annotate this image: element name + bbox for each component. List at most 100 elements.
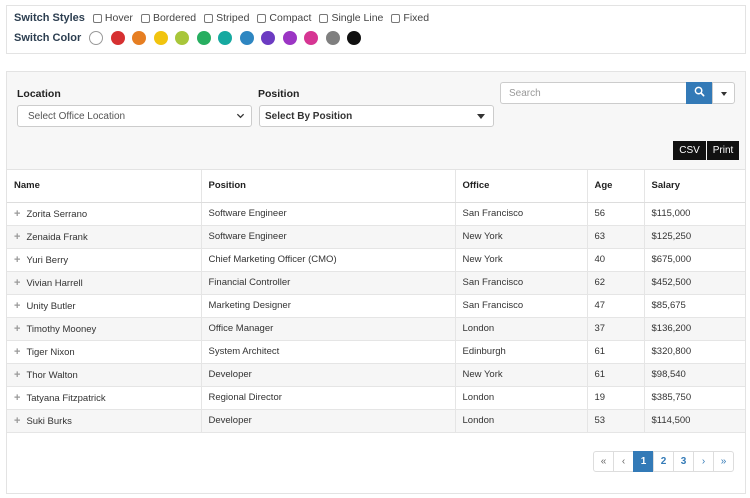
cell-salary: $114,500 (644, 409, 745, 433)
color-swatch[interactable] (347, 31, 362, 45)
cell-salary: $452,500 (644, 271, 745, 295)
cell-position: Financial Controller (201, 271, 456, 295)
cell-office: London (455, 386, 588, 410)
expand-row-icon[interactable]: + (14, 392, 20, 404)
cell-position: Developer (201, 363, 456, 387)
color-swatch[interactable] (325, 31, 340, 45)
single-line-checkbox[interactable]: Single Line (319, 12, 383, 24)
pagination-prev[interactable]: ‹ (613, 451, 634, 472)
position-label: Position (258, 88, 300, 100)
table-row[interactable]: + Tiger Nixon System Architect Edinburgh 61 $… (7, 340, 745, 364)
expand-row-icon[interactable]: + (14, 369, 20, 381)
color-swatch[interactable] (239, 31, 254, 45)
checkbox-box[interactable] (204, 13, 214, 23)
column-header-position[interactable]: Position (201, 170, 456, 203)
search-icon (694, 86, 705, 100)
switch-color-label: Switch Color (14, 32, 82, 44)
color-swatch[interactable] (110, 31, 125, 45)
pagination-page-1[interactable]: 1 (633, 451, 654, 472)
fixed-checkbox[interactable]: Fixed (391, 12, 429, 24)
expand-row-icon[interactable]: + (14, 323, 20, 335)
checkbox-box[interactable] (140, 13, 150, 23)
cell-position: Chief Marketing Officer (CMO) (201, 248, 456, 272)
color-swatch-list (89, 31, 369, 45)
table-row[interactable]: + Zenaida Frank Software Engineer New York 6… (7, 225, 745, 249)
column-header-age[interactable]: Age (587, 170, 645, 203)
checkbox-box[interactable] (92, 13, 102, 23)
column-header-name[interactable]: Name (7, 170, 202, 203)
cell-office: San Francisco (455, 202, 588, 226)
hover-checkbox[interactable]: Hover (92, 12, 133, 24)
pagination-last[interactable]: » (713, 451, 734, 472)
cell-age: 63 (587, 225, 645, 249)
cell-position: Software Engineer (201, 225, 456, 249)
table-toolbar: Location Select Office Location Position… (7, 72, 745, 170)
cell-position: Developer (201, 409, 456, 433)
search-input[interactable]: Search (500, 82, 686, 104)
column-header-salary[interactable]: Salary (644, 170, 745, 203)
column-header-office[interactable]: Office (455, 170, 588, 203)
color-swatch[interactable] (304, 31, 319, 45)
switch-styles-label: Switch Styles (14, 12, 85, 24)
cell-office: London (455, 317, 588, 341)
cell-office: Edinburgh (455, 340, 588, 364)
checkbox-box[interactable] (319, 13, 329, 23)
table-row[interactable]: + Suki Burks Developer London 53 $114,500 (7, 409, 745, 433)
table-row[interactable]: + Tatyana Fitzpatrick Regional Director Lon… (7, 386, 745, 410)
search-button[interactable] (686, 82, 712, 104)
cell-age: 61 (587, 363, 645, 387)
table-row[interactable]: + Zorita Serrano Software Engineer San Fran… (7, 202, 745, 226)
table-row[interactable]: + Thor Walton Developer New York 61 $98,540 (7, 363, 745, 387)
print-button[interactable]: Print (707, 141, 739, 160)
cell-salary: $385,750 (644, 386, 745, 410)
cell-name: + Zenaida Frank (7, 225, 202, 249)
color-swatch[interactable] (218, 31, 233, 45)
checkbox-box[interactable] (257, 13, 267, 23)
cell-office: New York (455, 363, 588, 387)
caret-down-icon (477, 114, 485, 119)
expand-row-icon[interactable]: + (14, 254, 20, 266)
cell-position: Office Manager (201, 317, 456, 341)
color-swatch[interactable] (261, 31, 276, 45)
search-options-dropdown[interactable] (712, 82, 735, 104)
pagination-page-2[interactable]: 2 (653, 451, 674, 472)
color-swatch[interactable] (175, 31, 190, 45)
pagination-page-3[interactable]: 3 (673, 451, 694, 472)
style-switcher-panel: Switch Styles Hover Bordered Striped Com… (6, 5, 746, 54)
checkbox-box[interactable] (391, 13, 401, 23)
expand-row-icon[interactable]: + (14, 208, 20, 220)
table-row[interactable]: + Vivian Harrell Financial Controller San F… (7, 271, 745, 295)
cell-salary: $675,000 (644, 248, 745, 272)
cell-position: Regional Director (201, 386, 456, 410)
expand-row-icon[interactable]: + (14, 346, 20, 358)
pagination-first[interactable]: « (593, 451, 614, 472)
expand-row-icon[interactable]: + (14, 231, 20, 243)
pagination-next[interactable]: › (693, 451, 714, 472)
table-row[interactable]: + Timothy Mooney Office Manager London 37 $13… (7, 317, 745, 341)
cell-name: + Tatyana Fitzpatrick (7, 386, 202, 410)
color-swatch[interactable] (132, 31, 147, 45)
color-swatch[interactable] (153, 31, 168, 45)
compact-checkbox[interactable]: Compact (257, 12, 311, 24)
expand-row-icon[interactable]: + (14, 300, 20, 312)
position-select[interactable]: Select By Position (259, 105, 494, 127)
location-select[interactable]: Select Office Location (17, 105, 252, 127)
table-row[interactable]: + Yuri Berry Chief Marketing Officer (CMO)… (7, 248, 745, 272)
striped-checkbox[interactable]: Striped (204, 12, 249, 24)
cell-salary: $136,200 (644, 317, 745, 341)
cell-name: + Zorita Serrano (7, 202, 202, 226)
color-swatch[interactable] (196, 31, 211, 45)
expand-row-icon[interactable]: + (14, 415, 20, 427)
bordered-checkbox[interactable]: Bordered (140, 12, 196, 24)
cell-name: + Unity Butler (7, 294, 202, 318)
table-row[interactable]: + Unity Butler Marketing Designer San Franc… (7, 294, 745, 318)
cell-age: 56 (587, 202, 645, 226)
color-swatch[interactable] (282, 31, 297, 45)
color-swatch[interactable] (89, 31, 104, 45)
cell-office: San Francisco (455, 294, 588, 318)
csv-button[interactable]: CSV (673, 141, 706, 160)
expand-row-icon[interactable]: + (14, 277, 20, 289)
chevron-down-icon (236, 111, 245, 122)
cell-office: New York (455, 248, 588, 272)
cell-salary: $125,250 (644, 225, 745, 249)
